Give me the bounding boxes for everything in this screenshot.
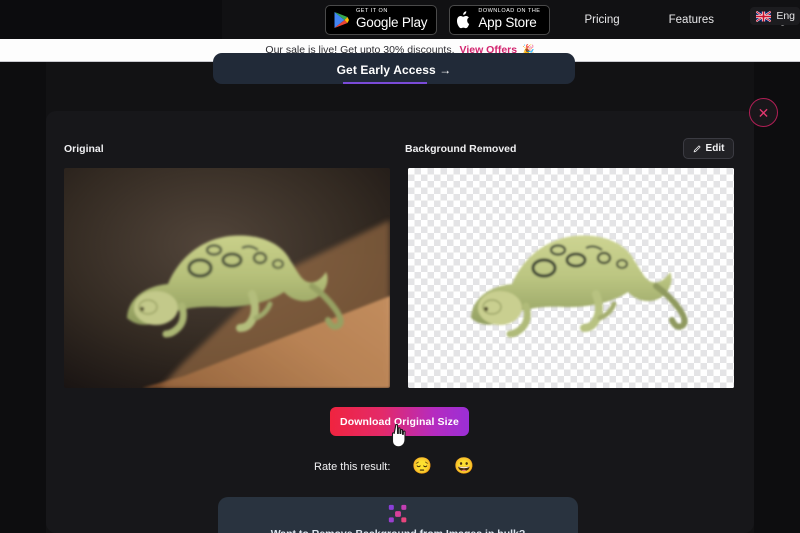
background-removed-image xyxy=(408,168,734,388)
early-access-underline xyxy=(342,82,428,84)
google-play-small: GET IT ON xyxy=(356,8,388,15)
nav-item-features[interactable]: Features xyxy=(669,14,714,26)
header-left-pad xyxy=(0,0,222,39)
close-icon: ✕ xyxy=(757,104,770,121)
page-root: GET IT ON Google Play Download on the Ap… xyxy=(0,0,800,533)
apple-icon xyxy=(457,10,470,28)
original-image-content xyxy=(64,168,390,388)
pencil-icon xyxy=(693,145,701,153)
google-play-text: GET IT ON Google Play xyxy=(356,8,428,31)
early-access-inner: Get Early Access → xyxy=(337,61,452,84)
early-access-label: Get Early Access → xyxy=(336,63,452,77)
original-pane-label: Original xyxy=(64,143,104,155)
original-image xyxy=(64,168,390,388)
app-store-small: Download on the xyxy=(478,8,541,15)
app-store-badge[interactable]: Download on the App Store xyxy=(449,4,551,35)
happy-emoji[interactable]: 😀 xyxy=(454,459,474,475)
removed-image-subject xyxy=(471,235,688,338)
page-left-gutter xyxy=(0,62,46,533)
rating-row: Rate this result: 😔 😀 xyxy=(314,459,474,475)
sad-emoji[interactable]: 😔 xyxy=(412,459,432,475)
edit-button-label: Edit xyxy=(705,143,725,154)
header-content: GET IT ON Google Play Download on the Ap… xyxy=(222,0,800,39)
google-play-big: Google Play xyxy=(356,15,428,31)
app-store-big: App Store xyxy=(478,15,537,31)
bulk-logo-icon xyxy=(388,504,407,523)
close-button[interactable]: ✕ xyxy=(749,98,778,127)
site-header: GET IT ON Google Play Download on the Ap… xyxy=(0,0,800,39)
page-right-gutter xyxy=(754,62,800,533)
uk-flag-icon xyxy=(756,10,772,22)
language-selector[interactable]: Eng xyxy=(750,7,800,25)
rate-this-result-label: Rate this result: xyxy=(314,461,391,473)
bulk-panel-title: Want to Remove Background from Images in… xyxy=(271,528,526,533)
download-original-size-button[interactable]: Download Original Size xyxy=(330,407,469,436)
early-access-banner[interactable]: Get Early Access → xyxy=(213,53,575,84)
google-play-badge[interactable]: GET IT ON Google Play xyxy=(325,4,438,35)
bulk-promo-panel[interactable]: Want to Remove Background from Images in… xyxy=(218,497,578,533)
google-play-icon xyxy=(334,11,349,28)
download-button-label: Download Original Size xyxy=(340,415,459,428)
edit-button[interactable]: Edit xyxy=(683,138,734,159)
removed-pane-label: Background Removed xyxy=(405,143,517,155)
language-label: Eng xyxy=(776,10,795,22)
nav-item-pricing[interactable]: Pricing xyxy=(584,14,619,26)
app-store-text: Download on the App Store xyxy=(478,9,540,30)
